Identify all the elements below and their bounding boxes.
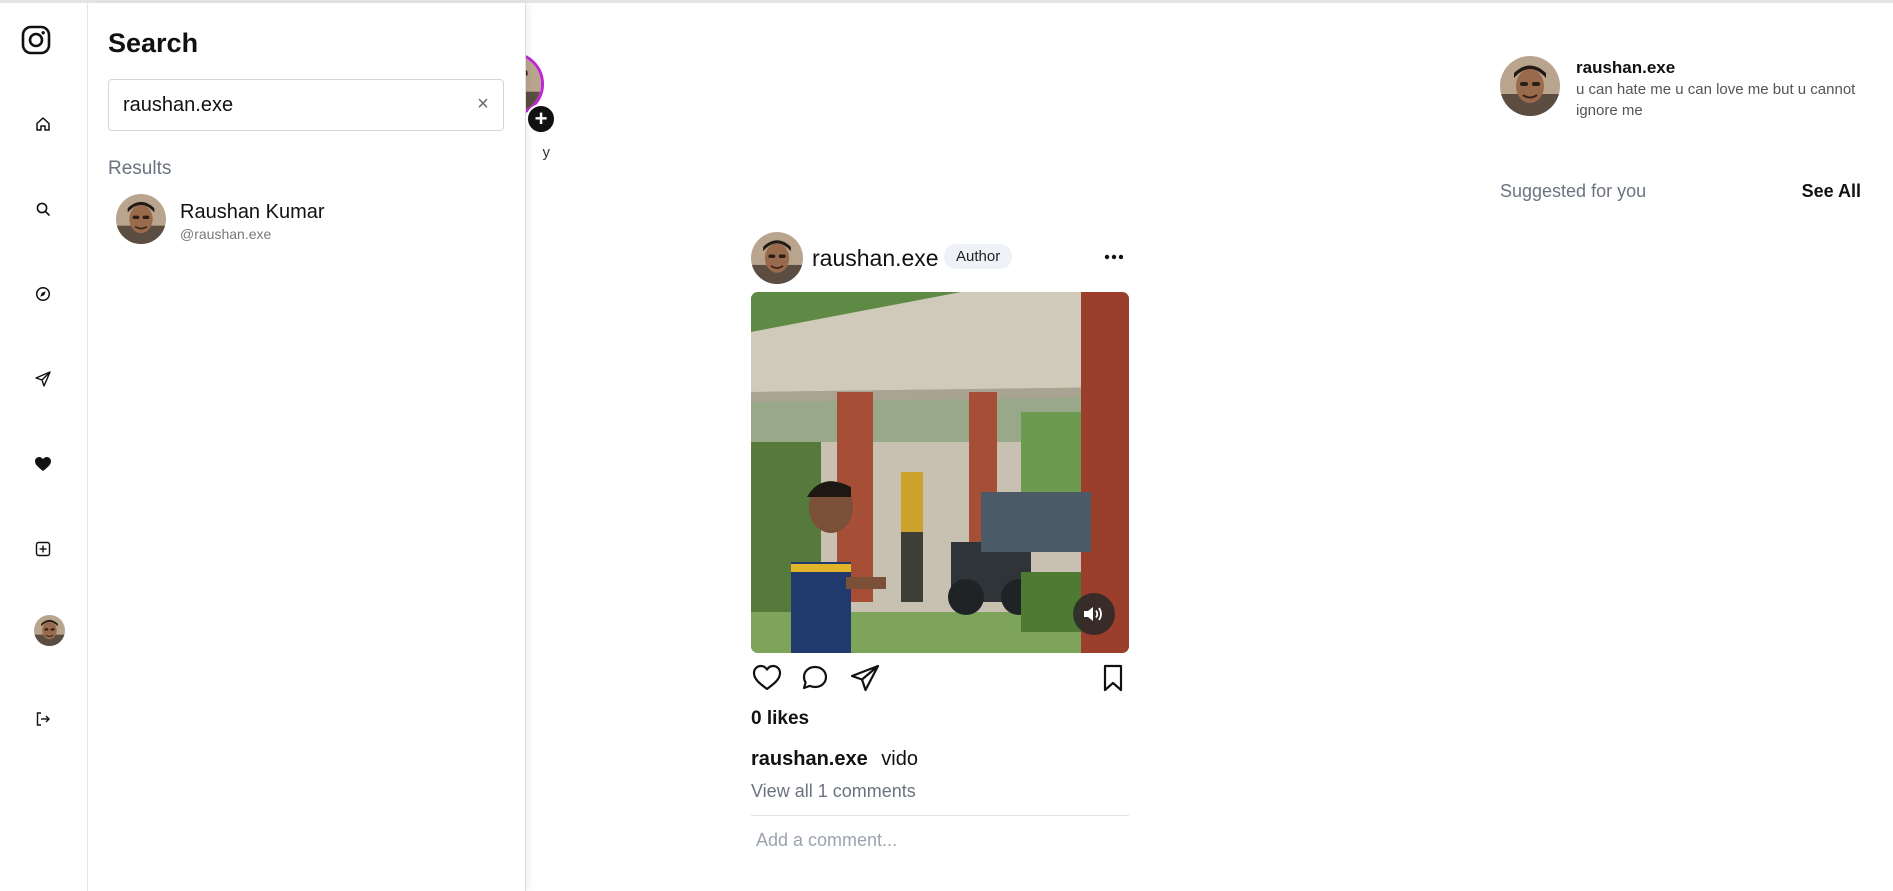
post-author-avatar[interactable]: [751, 232, 803, 284]
result-handle: @raushan.exe: [180, 226, 272, 242]
instagram-logo-icon[interactable]: [20, 24, 52, 56]
comment-icon[interactable]: [799, 662, 831, 694]
post-username[interactable]: raushan.exe: [812, 245, 939, 272]
result-avatar: [116, 194, 166, 244]
search-panel-title: Search: [108, 28, 199, 58]
more-options-icon[interactable]: [1099, 242, 1129, 272]
messages-icon[interactable]: [28, 364, 58, 394]
current-user-avatar[interactable]: [1500, 56, 1560, 116]
search-panel: Search × Results Raushan Kumar @raushan.…: [88, 3, 526, 891]
bookmark-icon[interactable]: [1097, 662, 1129, 694]
suggested-heading: Suggested for you: [1500, 181, 1647, 201]
see-all-link[interactable]: See All: [1802, 181, 1861, 202]
author-badge: Author: [944, 244, 1013, 269]
home-icon[interactable]: [28, 109, 58, 139]
post-caption: raushan.exe vido: [751, 748, 918, 771]
volume-icon: [1084, 607, 1102, 621]
left-nav-rail: [0, 3, 88, 891]
post-actions: [751, 662, 1129, 694]
sound-toggle-button[interactable]: [1073, 593, 1115, 635]
results-heading: Results: [108, 158, 172, 179]
clear-search-button[interactable]: ×: [473, 94, 493, 114]
logout-icon[interactable]: [28, 704, 58, 734]
caption-text: vido: [881, 748, 918, 770]
add-story-button[interactable]: +: [526, 104, 556, 134]
explore-icon[interactable]: [28, 279, 58, 309]
search-input[interactable]: [123, 80, 463, 130]
profile-avatar[interactable]: [34, 615, 65, 646]
notifications-icon[interactable]: [28, 449, 58, 479]
caption-username[interactable]: raushan.exe: [751, 748, 868, 770]
comment-input[interactable]: [751, 822, 1129, 858]
search-result-item[interactable]: Raushan Kumar @raushan.exe: [116, 194, 496, 250]
create-icon[interactable]: [28, 534, 58, 564]
likes-count: 0 likes: [751, 708, 810, 729]
search-icon[interactable]: [28, 194, 58, 224]
post-header: raushan.exe Author: [751, 232, 1129, 284]
search-box: ×: [108, 79, 504, 131]
result-name: Raushan Kumar: [180, 201, 325, 223]
share-icon[interactable]: [849, 662, 881, 694]
current-user-bio: u can hate me u can love me but u cannot…: [1576, 81, 1856, 119]
comment-divider: [751, 815, 1129, 816]
current-user-card: raushan.exe u can hate me u can love me …: [1500, 54, 1870, 119]
like-icon[interactable]: [751, 662, 783, 694]
view-comments-link[interactable]: View all 1 comments: [751, 781, 916, 802]
post-video[interactable]: [751, 292, 1129, 653]
current-user-name[interactable]: raushan.exe: [1576, 58, 1675, 78]
